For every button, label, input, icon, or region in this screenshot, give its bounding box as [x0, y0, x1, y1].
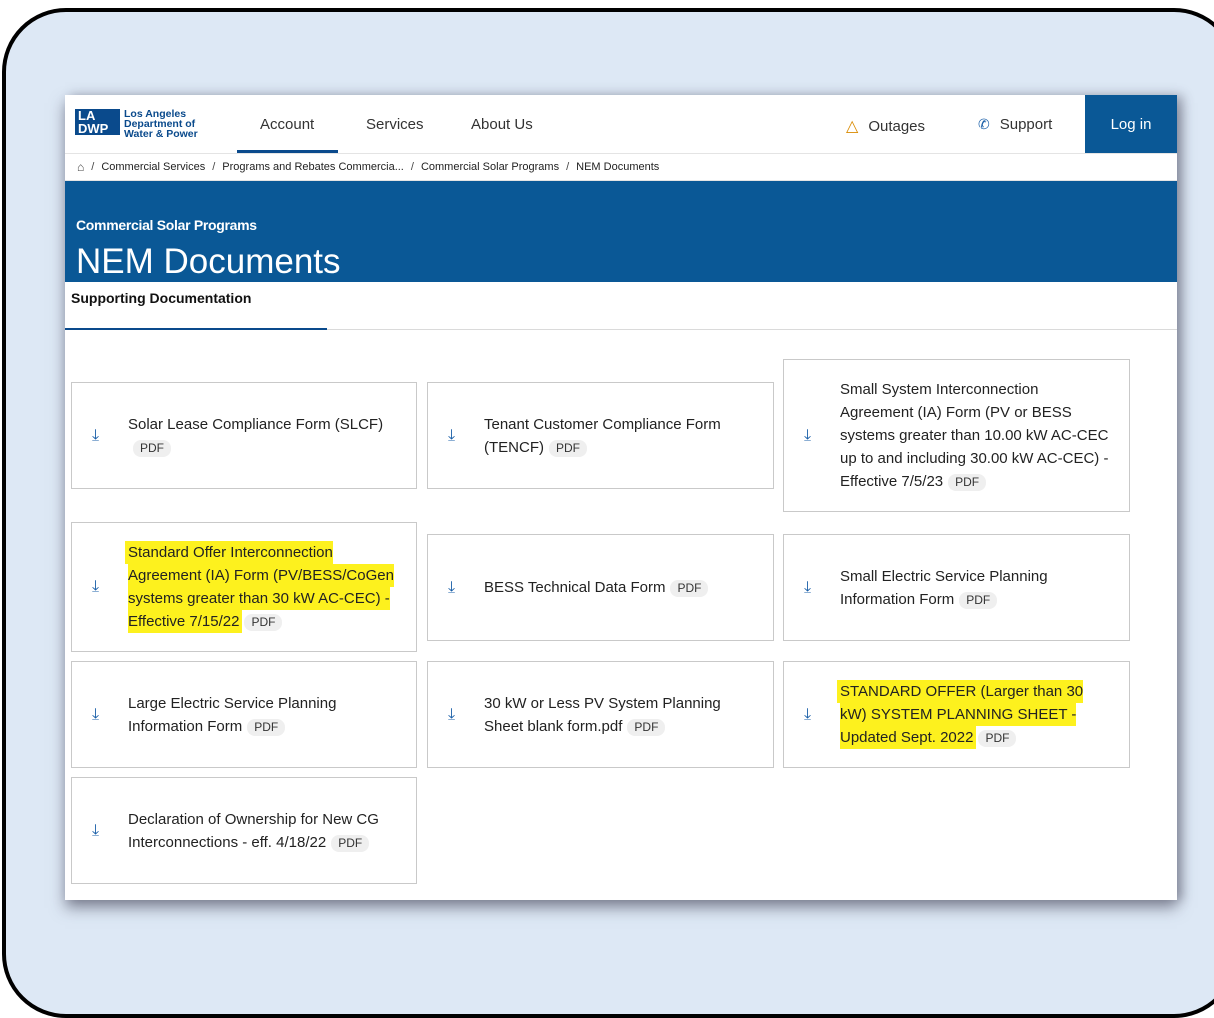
- download-icon: ⤓: [448, 705, 456, 723]
- document-title: BESS Technical Data Form: [484, 579, 666, 596]
- phone-icon: ✆: [978, 116, 990, 132]
- pdf-badge: PDF: [247, 718, 286, 736]
- login-button[interactable]: Log in: [1085, 95, 1177, 153]
- download-icon: ⤓: [448, 578, 456, 596]
- tab-strip: Supporting Documentation: [65, 282, 1177, 330]
- document-card[interactable]: ⤓ Small Electric Service Planning Inform…: [783, 534, 1130, 641]
- document-title: Large Electric Service Planning Informat…: [128, 694, 337, 735]
- document-title: Tenant Customer Compliance Form (TENCF): [484, 415, 721, 456]
- pdf-badge: PDF: [331, 834, 370, 852]
- breadcrumb-item[interactable]: Programs and Rebates Commercia...: [222, 161, 404, 173]
- hero-eyebrow: Commercial Solar Programs: [76, 217, 257, 233]
- download-icon: ⤓: [92, 426, 100, 444]
- site-header: LA DWP Los Angeles Department of Water &…: [65, 95, 1177, 153]
- breadcrumb-current: NEM Documents: [576, 161, 660, 173]
- outages-label: Outages: [868, 117, 926, 135]
- home-icon[interactable]: ⌂: [77, 160, 84, 174]
- document-title: 30 kW or Less PV System Planning Sheet b…: [484, 694, 721, 735]
- logo-mark-line2: DWP: [78, 121, 109, 136]
- breadcrumb-item[interactable]: Commercial Solar Programs: [421, 161, 559, 173]
- breadcrumb-item[interactable]: Commercial Services: [101, 161, 205, 173]
- document-card[interactable]: ⤓ Declaration of Ownership for New CG In…: [71, 777, 417, 884]
- download-icon: ⤓: [92, 578, 100, 595]
- outages-link[interactable]: △ Outages: [846, 116, 925, 136]
- pdf-badge: PDF: [549, 439, 587, 457]
- pdf-badge: PDF: [978, 730, 1017, 747]
- nav-account[interactable]: Account: [260, 116, 314, 133]
- download-icon: ⤓: [448, 426, 456, 444]
- document-card[interactable]: ⤓ Solar Lease Compliance Form (SLCF) PDF: [71, 382, 417, 489]
- support-link[interactable]: ✆ Support: [978, 116, 1052, 133]
- page-title: NEM Documents: [76, 242, 341, 281]
- logo-text-line3: Water & Power: [124, 128, 198, 140]
- pdf-badge: PDF: [670, 580, 709, 597]
- download-icon: ⤓: [804, 426, 812, 444]
- download-icon: ⤓: [92, 705, 100, 723]
- document-card[interactable]: ⤓ Large Electric Service Planning Inform…: [71, 661, 417, 768]
- document-title: Solar Lease Compliance Form (SLCF): [128, 415, 384, 433]
- document-title-highlighted: STANDARD OFFER (Larger than 30 kW) SYSTE…: [840, 683, 1084, 746]
- logo-wordmark: Los Angeles Department of Water & Power: [124, 109, 198, 140]
- download-icon: ⤓: [804, 578, 812, 596]
- nav-services[interactable]: Services: [366, 116, 424, 133]
- document-card[interactable]: ⤓ Standard Offer Interconnection Agreeme…: [71, 522, 417, 652]
- tab-supporting-documentation[interactable]: Supporting Documentation: [65, 282, 327, 330]
- pdf-badge: PDF: [948, 474, 987, 491]
- warning-triangle-icon: △: [846, 118, 859, 135]
- nav-about-us[interactable]: About Us: [471, 116, 533, 133]
- page: LA DWP Los Angeles Department of Water &…: [65, 95, 1177, 900]
- document-card[interactable]: ⤓ STANDARD OFFER (Larger than 30 kW) SYS…: [783, 661, 1130, 768]
- document-card[interactable]: ⤓ BESS Technical Data Form PDF: [427, 534, 774, 641]
- document-card[interactable]: ⤓ 30 kW or Less PV System Planning Sheet…: [427, 661, 774, 768]
- download-icon: ⤓: [92, 821, 100, 839]
- document-card[interactable]: ⤓ Small System Interconnection Agreement…: [783, 359, 1130, 512]
- pdf-badge: PDF: [959, 591, 998, 609]
- logo-mark: LA DWP: [75, 109, 120, 135]
- download-icon: ⤓: [804, 705, 812, 723]
- document-title: Small Electric Service Planning Informat…: [840, 567, 1048, 608]
- breadcrumb: ⌂ / Commercial Services / Programs and R…: [65, 153, 1177, 181]
- pdf-badge: PDF: [244, 614, 283, 631]
- document-card[interactable]: ⤓ Tenant Customer Compliance Form (TENCF…: [427, 382, 774, 489]
- ladwp-logo[interactable]: LA DWP Los Angeles Department of Water &…: [75, 109, 198, 139]
- support-label: Support: [999, 116, 1053, 133]
- pdf-badge: PDF: [627, 718, 666, 736]
- pdf-badge: PDF: [133, 439, 171, 457]
